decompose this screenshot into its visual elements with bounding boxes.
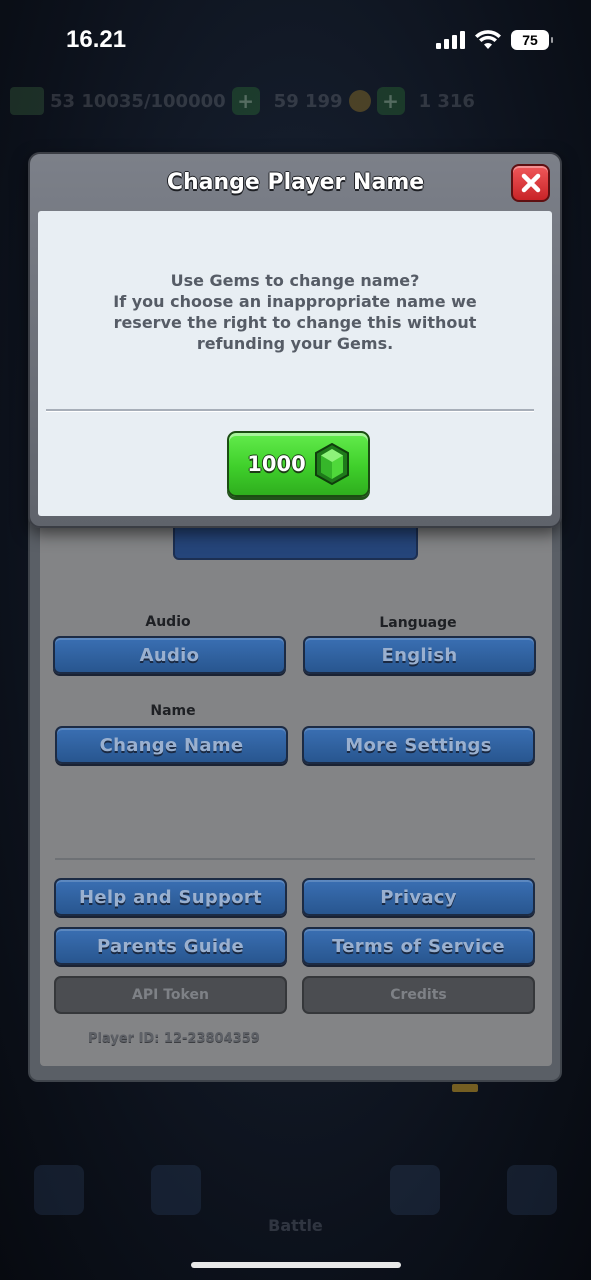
status-icons: 75 xyxy=(435,30,553,50)
trophy-progress-value: 53 10035/100000 xyxy=(50,90,226,112)
gold-streak xyxy=(452,1084,478,1092)
gem-counter: 1 316 xyxy=(419,91,475,112)
dialog-message-line: Use Gems to change name? xyxy=(170,271,420,290)
nav-events-icon xyxy=(507,1165,558,1215)
trophy-icon xyxy=(10,87,44,115)
wifi-icon xyxy=(475,30,501,49)
signal-icon xyxy=(436,31,465,49)
confirm-gem-button[interactable]: 1000 xyxy=(227,431,370,497)
gem-cost: 1000 xyxy=(247,452,306,476)
audio-label: Audio xyxy=(145,614,191,630)
gem-value: 1 316 xyxy=(418,90,475,112)
trophy-progress: 53 10035/100000 + xyxy=(10,87,260,115)
name-label: Name xyxy=(150,703,196,719)
dialog-message-line: reserve the right to change this without xyxy=(113,313,477,332)
gold-counter: 59 199 + xyxy=(274,87,405,115)
battery-icon: 75 xyxy=(511,30,553,50)
nav-battle-label: Battle xyxy=(268,1215,323,1235)
language-button[interactable]: English xyxy=(303,636,536,674)
help-support-button[interactable]: Help and Support xyxy=(54,878,287,916)
resource-bar: 53 10035/100000 + 59 199 + 1 316 xyxy=(10,84,581,118)
change-name-button[interactable]: Change Name xyxy=(55,726,288,764)
dialog-title: Change Player Name xyxy=(166,170,425,195)
dialog-message: Use Gems to change name? If you choose a… xyxy=(70,270,520,354)
settings-divider xyxy=(55,858,535,860)
language-label: Language xyxy=(379,615,457,631)
nav-shop-icon xyxy=(33,1165,84,1215)
dialog-message-line: If you choose an inappropriate name we xyxy=(113,292,477,311)
nav-clan-icon xyxy=(390,1165,441,1215)
home-indicator xyxy=(191,1262,401,1268)
credits-button[interactable]: Credits xyxy=(302,976,535,1014)
terms-of-service-button[interactable]: Terms of Service xyxy=(302,927,535,965)
bottom-nav: Battle xyxy=(0,1140,591,1240)
more-settings-button[interactable]: More Settings xyxy=(302,726,535,764)
dialog-message-line: refunding your Gems. xyxy=(196,334,394,353)
audio-button[interactable]: Audio xyxy=(53,636,286,674)
player-id: Player ID: 12-23804359 xyxy=(88,1031,260,1046)
gold-coin-icon xyxy=(348,90,371,112)
status-bar: 16.21 75 xyxy=(0,0,591,80)
status-time: 16.21 xyxy=(66,26,127,53)
close-button[interactable] xyxy=(511,164,550,202)
api-token-button[interactable]: API Token xyxy=(54,976,287,1014)
dialog-divider xyxy=(46,409,534,412)
parents-guide-button[interactable]: Parents Guide xyxy=(54,927,287,965)
add-trophy-button: + xyxy=(231,87,260,115)
gem-icon xyxy=(314,443,349,485)
privacy-button[interactable]: Privacy xyxy=(302,878,535,916)
add-gold-button: + xyxy=(376,87,405,115)
close-icon xyxy=(521,173,540,193)
nav-cards-icon xyxy=(150,1165,201,1215)
gold-value: 59 199 xyxy=(273,90,343,112)
